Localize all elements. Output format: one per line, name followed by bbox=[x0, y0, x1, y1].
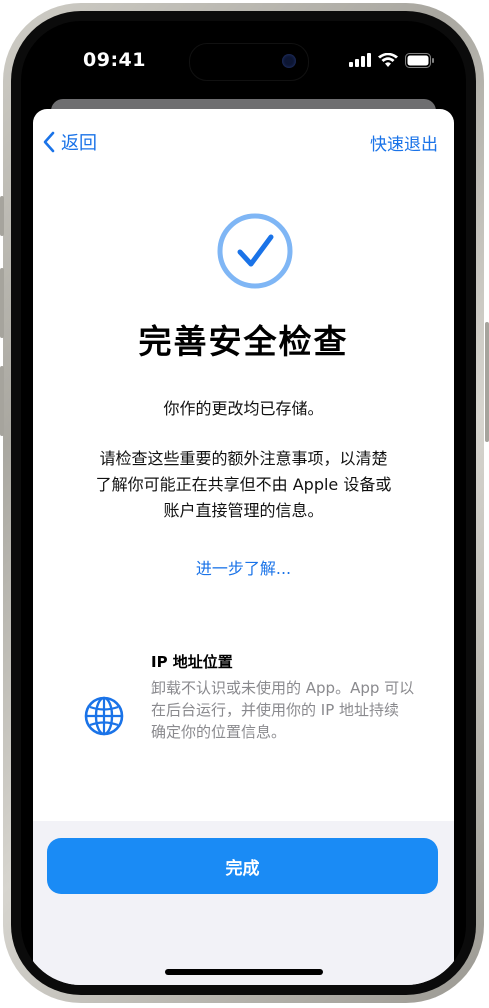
checkmark-circle-icon bbox=[216, 212, 294, 290]
page-subtitle: 你作的更改均已存储。 bbox=[163, 399, 324, 418]
learn-more-link[interactable]: 进一步了解... bbox=[33, 555, 454, 579]
done-button[interactable]: 完成 bbox=[47, 838, 438, 894]
status-bar: 09:41 bbox=[21, 21, 466, 101]
back-label: 返回 bbox=[61, 133, 97, 154]
status-icons bbox=[349, 52, 435, 68]
screen: 09:41 返回 快速退出 完善安全检查 你作的更改均已存储。 请检查这些重要的… bbox=[21, 21, 466, 985]
wifi-icon bbox=[378, 52, 398, 67]
camera-icon bbox=[282, 54, 296, 68]
feature-desc-line: 确定你的位置信息。 bbox=[151, 723, 287, 741]
body-line: 账户直接管理的信息。 bbox=[163, 501, 324, 520]
nav-bar: 返回 快速退出 bbox=[33, 109, 454, 169]
feature-description: 卸载不认识或未使用的 App。App 可以 在后台运行，并使用你的 IP 地址持… bbox=[151, 677, 451, 743]
globe-icon bbox=[83, 695, 125, 737]
body-text: 请检查这些重要的额外注意事项，以清楚 了解你可能正在共享但不由 Apple 设备… bbox=[75, 446, 412, 524]
battery-icon bbox=[405, 52, 434, 68]
feature-desc-line: 在后台运行，并使用你的 IP 地址持续 bbox=[151, 701, 400, 719]
quick-exit-button[interactable]: 快速退出 bbox=[370, 130, 438, 155]
feature-desc-line: 卸载不认识或未使用的 App。App 可以 bbox=[151, 679, 415, 697]
volume-down-button bbox=[0, 366, 4, 436]
body-line: 了解你可能正在共享但不由 Apple 设备或 bbox=[95, 475, 392, 494]
cellular-signal-icon bbox=[349, 53, 371, 67]
body-line: 请检查这些重要的额外注意事项，以清楚 bbox=[99, 449, 388, 468]
dynamic-island bbox=[189, 43, 309, 81]
chevron-left-icon bbox=[43, 131, 55, 153]
power-button bbox=[485, 322, 489, 442]
action-button bbox=[0, 196, 4, 236]
volume-up-button bbox=[0, 268, 4, 338]
home-indicator[interactable] bbox=[165, 969, 323, 975]
back-button[interactable]: 返回 bbox=[43, 129, 97, 155]
status-time: 09:41 bbox=[83, 49, 146, 71]
page-title: 完善安全检查 bbox=[138, 322, 349, 361]
phone-bezel: 09:41 返回 快速退出 完善安全检查 你作的更改均已存储。 请检查这些重要的… bbox=[11, 11, 476, 995]
feature-title: IP 地址位置 bbox=[151, 653, 233, 671]
